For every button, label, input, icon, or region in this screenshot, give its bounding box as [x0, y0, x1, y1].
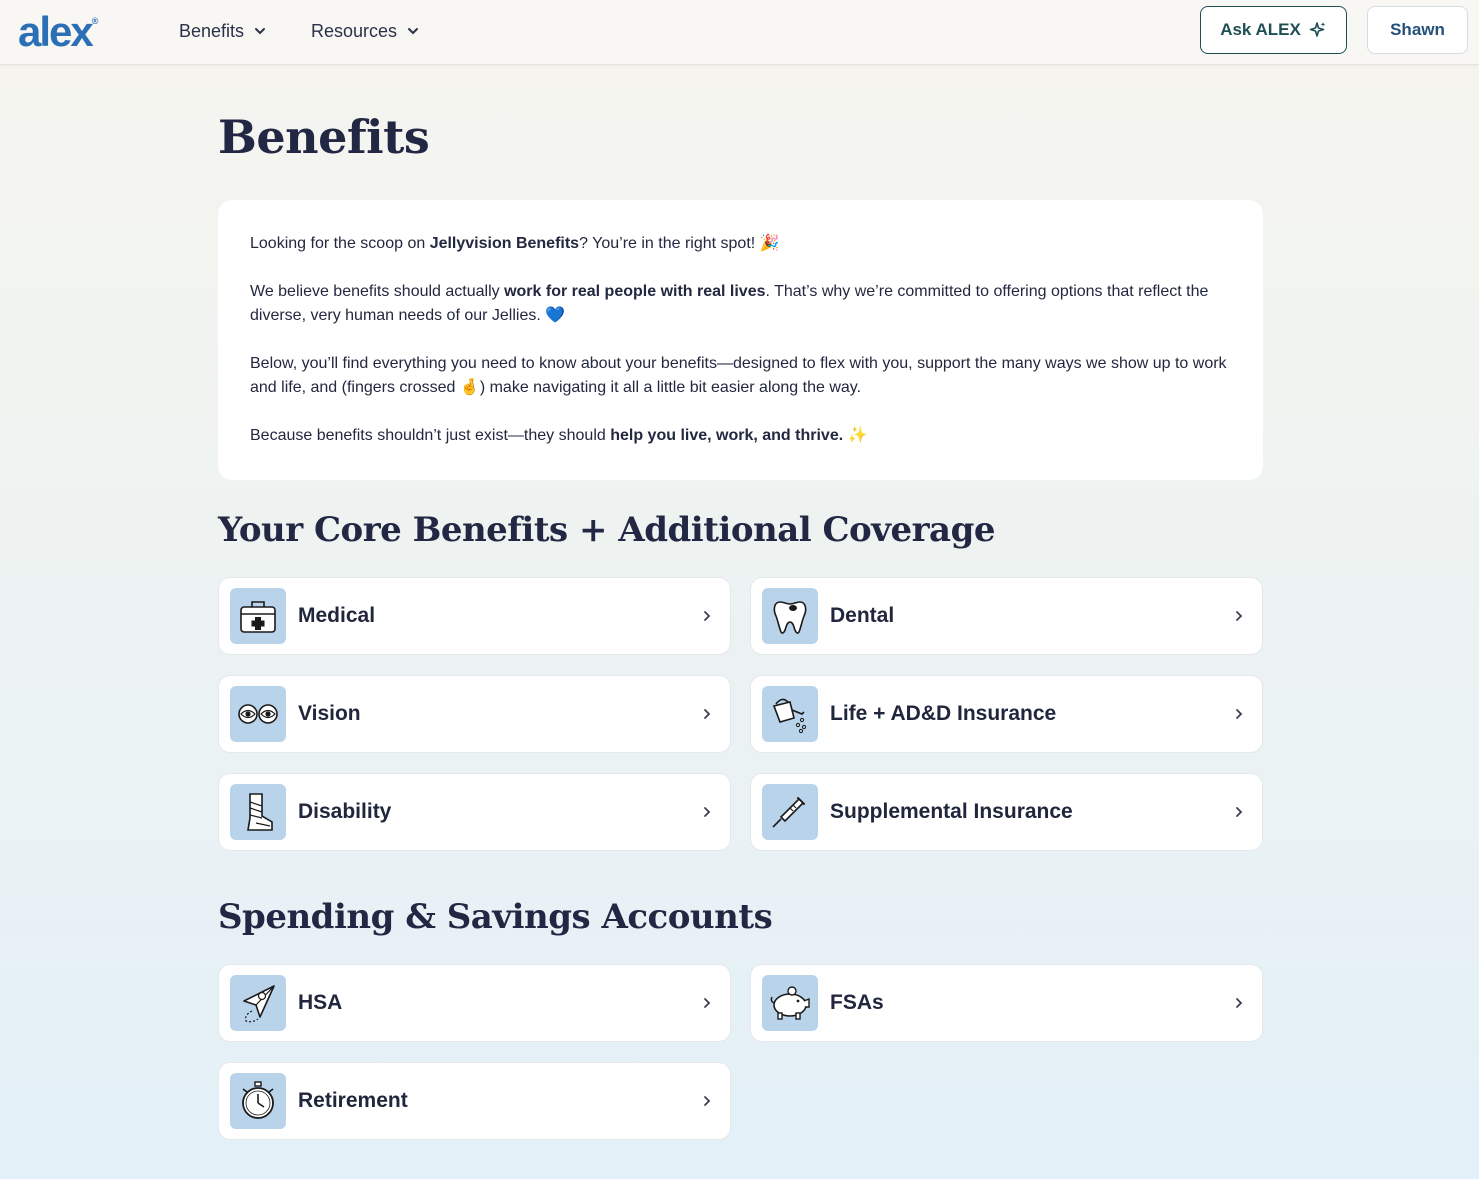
stopwatch-icon — [242, 1081, 274, 1119]
chevron-down-icon — [408, 28, 419, 35]
page-title: Benefits — [218, 110, 430, 164]
icon-tile — [230, 1073, 286, 1129]
benefit-card-label: Medical — [298, 604, 376, 627]
tooth-icon — [773, 601, 807, 634]
icon-tile — [762, 784, 818, 840]
chevron-right-icon — [1236, 611, 1243, 621]
intro-card: Looking for the scoop on Jellyvision Ben… — [218, 200, 1263, 480]
watering-can-icon — [772, 698, 807, 734]
benefit-card-medical[interactable]: Medical — [218, 577, 731, 655]
intro-text: ? You’re in the right spot! 🎉 — [579, 235, 780, 252]
intro-bold-text: work for real people with real lives — [504, 283, 766, 300]
benefit-card-vision[interactable]: Vision — [218, 675, 731, 753]
benefit-card-label: Disability — [298, 800, 392, 823]
eyes-icon — [238, 704, 278, 724]
intro-text: We believe benefits should actually — [250, 283, 505, 300]
paper-plane-icon — [243, 985, 275, 1023]
user-menu-button[interactable]: Shawn — [1367, 6, 1468, 54]
sparkle-icon — [1309, 22, 1326, 37]
chevron-down-icon — [255, 28, 266, 35]
icon-tile — [230, 588, 286, 644]
intro-text: Because benefits shouldn’t just exist—th… — [250, 427, 611, 444]
piggy-bank-icon — [770, 986, 810, 1020]
top-nav-bar: alex® Benefits Resources Ask ALEX Shawn — [0, 0, 1479, 65]
nav-resources-menu[interactable]: Resources — [311, 19, 419, 43]
chevron-right-icon — [704, 807, 711, 817]
chevron-right-icon — [1236, 709, 1243, 719]
benefit-card-hsa[interactable]: HSA — [218, 964, 731, 1042]
benefit-card-label: Dental — [830, 604, 895, 627]
intro-text: ✨ — [843, 427, 868, 444]
icon-tile — [762, 686, 818, 742]
chevron-right-icon — [1236, 807, 1243, 817]
icon-tile — [230, 686, 286, 742]
intro-text: Looking for the scoop on — [250, 235, 430, 252]
intro-bold-text: help you live, work, and thrive. — [610, 427, 844, 444]
user-name: Shawn — [1390, 20, 1445, 39]
icon-tile — [762, 588, 818, 644]
alex-logo[interactable]: alex® — [18, 8, 98, 56]
logo-registered-mark: ® — [91, 16, 99, 26]
benefit-card-life-add[interactable]: Life + AD&D Insurance — [750, 675, 1263, 753]
section-title-spending-savings: Spending & Savings Accounts — [218, 897, 773, 937]
benefit-card-fsas[interactable]: FSAs — [750, 964, 1263, 1042]
first-aid-kit-icon — [240, 601, 276, 633]
benefit-card-label: FSAs — [830, 991, 884, 1014]
nav-benefits-label: Benefits — [179, 20, 245, 41]
icon-tile — [230, 784, 286, 840]
chevron-right-icon — [1236, 998, 1243, 1008]
benefit-card-dental[interactable]: Dental — [750, 577, 1263, 655]
ask-alex-label: Ask ALEX — [1220, 20, 1301, 39]
ask-alex-button[interactable]: Ask ALEX — [1200, 6, 1347, 54]
benefit-card-label: Vision — [298, 702, 361, 725]
section-title-core-benefits: Your Core Benefits + Additional Coverage — [218, 510, 995, 550]
intro-paragraph-4: Because benefits shouldn’t just exist—th… — [250, 424, 1231, 448]
benefit-card-disability[interactable]: Disability — [218, 773, 731, 851]
benefit-card-label: HSA — [298, 991, 343, 1014]
nav-benefits-menu[interactable]: Benefits — [179, 19, 266, 43]
logo-text: alex — [18, 8, 94, 55]
chevron-right-icon — [704, 1096, 711, 1106]
intro-paragraph-1: Looking for the scoop on Jellyvision Ben… — [250, 232, 1231, 256]
icon-tile — [762, 975, 818, 1031]
leg-cast-icon — [247, 793, 273, 831]
benefit-card-label: Life + AD&D Insurance — [830, 702, 1057, 725]
chevron-right-icon — [704, 709, 711, 719]
syringe-icon — [772, 797, 805, 828]
benefit-card-supplemental[interactable]: Supplemental Insurance — [750, 773, 1263, 851]
intro-bold-text: Jellyvision Benefits — [429, 235, 580, 252]
chevron-right-icon — [704, 998, 711, 1008]
intro-paragraph-2: We believe benefits should actually work… — [250, 280, 1231, 328]
icon-tile — [230, 975, 286, 1031]
chevron-right-icon — [704, 611, 711, 621]
nav-resources-label: Resources — [311, 20, 398, 41]
benefit-card-label: Retirement — [298, 1089, 408, 1112]
intro-paragraph-3: Below, you’ll find everything you need t… — [250, 355, 1227, 396]
benefit-card-label: Supplemental Insurance — [830, 800, 1073, 823]
benefit-card-retirement[interactable]: Retirement — [218, 1062, 731, 1140]
